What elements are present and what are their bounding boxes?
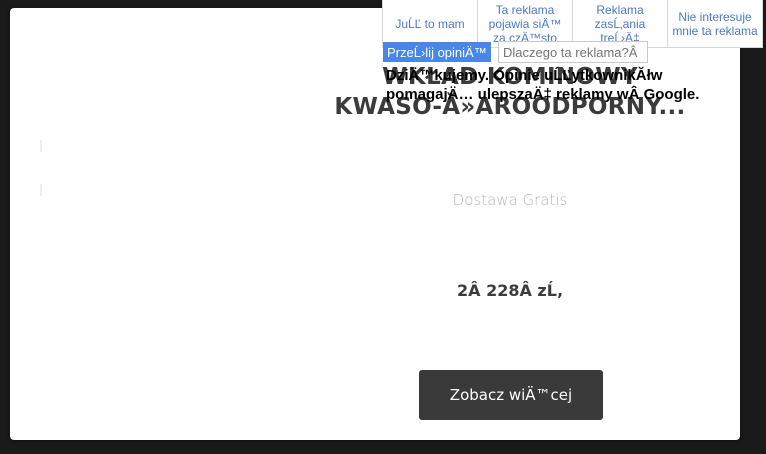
feedback-option-already-have[interactable]: JuĹĽ to mam — [382, 0, 478, 48]
why-this-ad-input[interactable] — [498, 41, 648, 63]
submit-feedback-button[interactable]: PrzeĹ›lij opiniÄ™ — [383, 42, 491, 62]
edge-mark — [40, 184, 42, 196]
shipping-label: Dostawa Gratis — [452, 191, 568, 209]
see-more-button[interactable]: Zobacz wiÄ™cej — [419, 370, 603, 420]
feedback-thanks-message: DziÄ™kujemy. Opinie uĹĽytkownikĂłw pomag… — [386, 67, 700, 103]
edge-mark — [40, 140, 42, 152]
feedback-option-not-interested[interactable]: Nie interesuje mnie ta reklama — [667, 0, 763, 48]
price-label: 2Â 228Â zĹ‚ — [456, 281, 564, 300]
